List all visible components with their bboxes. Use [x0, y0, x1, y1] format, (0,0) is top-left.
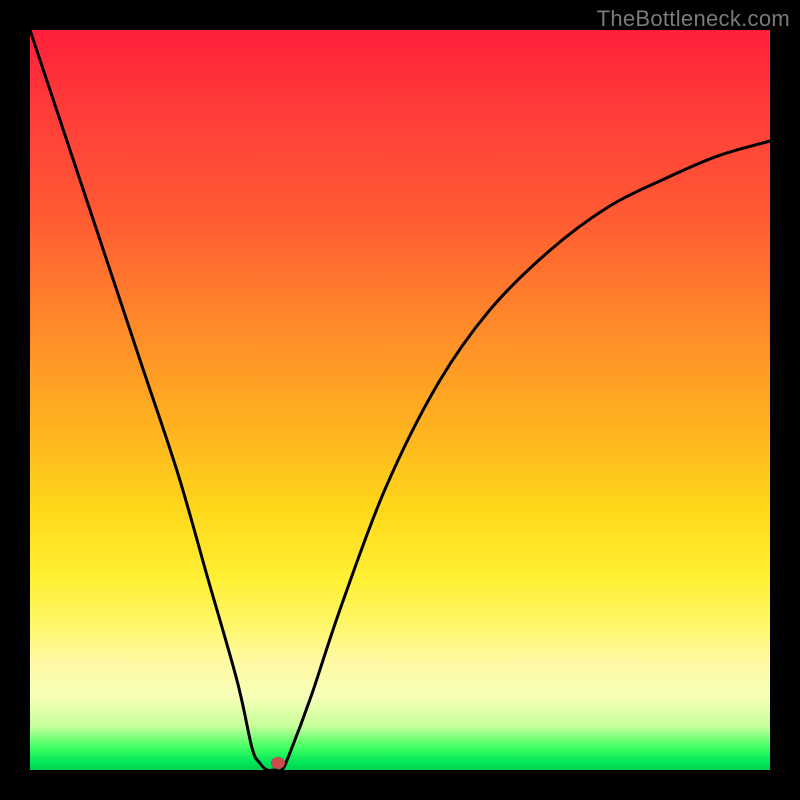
curve-svg — [30, 30, 770, 770]
optimum-marker — [271, 757, 285, 769]
bottleneck-curve — [30, 30, 770, 771]
chart-frame: TheBottleneck.com — [0, 0, 800, 800]
plot-area — [30, 30, 770, 770]
watermark-text: TheBottleneck.com — [597, 6, 790, 32]
